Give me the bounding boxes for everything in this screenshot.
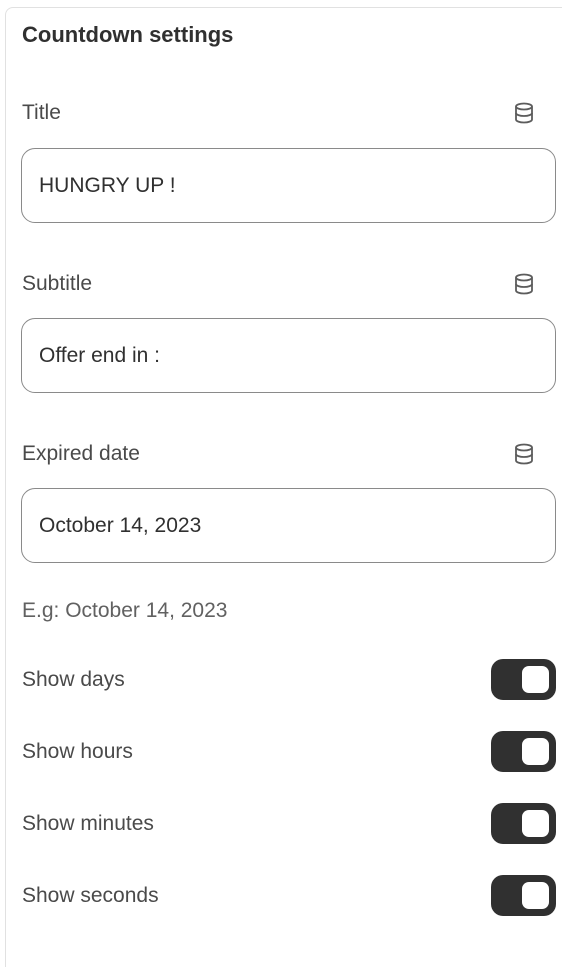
show-seconds-label: Show seconds xyxy=(22,884,159,907)
subtitle-label: Subtitle xyxy=(22,272,93,295)
expired-date-hint: E.g: October 14, 2023 xyxy=(22,599,228,622)
show-seconds-toggle[interactable] xyxy=(491,875,556,916)
show-days-toggle[interactable] xyxy=(491,659,556,700)
toggle-knob xyxy=(522,666,549,693)
database-icon[interactable] xyxy=(511,441,537,467)
title-label: Title xyxy=(22,101,61,124)
show-days-label: Show days xyxy=(22,668,125,691)
toggle-knob xyxy=(522,810,549,837)
toggle-knob xyxy=(522,738,549,765)
toggle-knob xyxy=(522,882,549,909)
panel-title: Countdown settings xyxy=(22,22,234,47)
expired-date-label: Expired date xyxy=(22,442,140,465)
show-minutes-label: Show minutes xyxy=(22,812,154,835)
show-hours-toggle[interactable] xyxy=(491,731,556,772)
subtitle-input[interactable] xyxy=(21,318,556,393)
show-minutes-toggle[interactable] xyxy=(491,803,556,844)
title-input[interactable] xyxy=(21,148,556,223)
expired-date-input[interactable] xyxy=(21,488,556,563)
database-icon[interactable] xyxy=(511,100,537,126)
database-icon[interactable] xyxy=(511,271,537,297)
show-hours-label: Show hours xyxy=(22,740,133,763)
